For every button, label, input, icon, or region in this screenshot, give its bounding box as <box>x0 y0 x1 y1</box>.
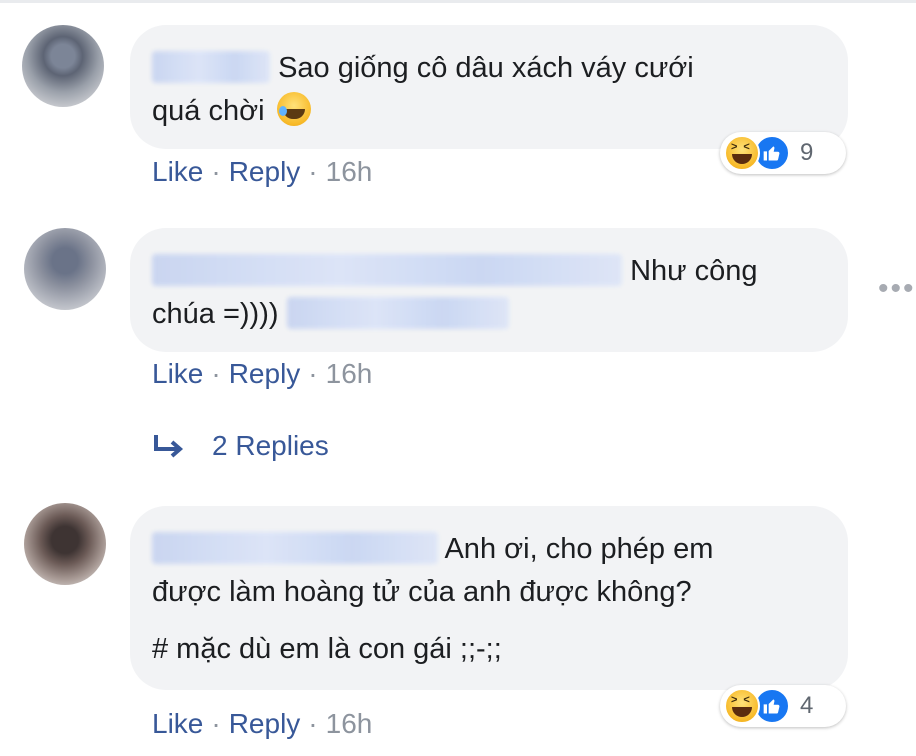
timestamp[interactable]: 16h <box>326 156 373 187</box>
reply-arrow-icon <box>154 435 184 458</box>
comment-text: được làm hoàng tử của anh được không? <box>152 576 692 608</box>
reaction-count: 9 <box>800 139 814 166</box>
comment-text: chúa =)))) <box>152 298 279 330</box>
avatar[interactable] <box>24 228 106 310</box>
reply-link[interactable]: Reply <box>229 358 301 389</box>
like-link[interactable]: Like <box>152 156 203 187</box>
comment-text: Anh ơi, cho phép em <box>444 533 714 565</box>
reaction-summary[interactable]: 9 <box>720 132 846 174</box>
comment-bubble: Sao giống cô dâu xách váy cưới quá chời <box>130 25 848 149</box>
commenter-name-blurred[interactable] <box>152 254 622 286</box>
comment-actions: Like · Reply · 16h <box>152 156 372 188</box>
reply-link[interactable]: Reply <box>229 708 301 739</box>
separator: · <box>211 708 221 739</box>
comment-text: Như công <box>630 255 758 287</box>
more-options-icon[interactable]: ••• <box>878 274 916 304</box>
comment-text: Sao giống cô dâu xách váy cưới <box>278 52 694 84</box>
replies-count[interactable]: 2 Replies <box>212 430 329 462</box>
separator: · <box>211 156 221 187</box>
like-link[interactable]: Like <box>152 708 203 739</box>
separator: · <box>211 358 221 389</box>
haha-icon <box>724 688 760 724</box>
separator: · <box>308 156 318 187</box>
avatar[interactable] <box>24 503 106 585</box>
tagged-name-blurred[interactable] <box>286 297 509 329</box>
separator: · <box>308 358 318 389</box>
commenter-name-blurred[interactable] <box>152 532 438 564</box>
timestamp[interactable]: 16h <box>326 708 373 739</box>
reply-link[interactable]: Reply <box>229 156 301 187</box>
like-link[interactable]: Like <box>152 358 203 389</box>
comment-text: # mặc dù em là con gái ;;-;; <box>152 633 502 665</box>
comment-actions: Like · Reply · 16h <box>152 708 372 740</box>
comment-actions: Like · Reply · 16h <box>152 358 372 390</box>
reaction-count: 4 <box>800 692 814 719</box>
laughing-emoji-icon <box>276 92 311 126</box>
timestamp[interactable]: 16h <box>326 358 373 389</box>
haha-icon <box>724 135 760 171</box>
view-replies-link[interactable]: 2 Replies <box>152 430 329 462</box>
reaction-summary[interactable]: 4 <box>720 685 846 727</box>
avatar[interactable] <box>22 25 104 107</box>
top-divider <box>0 0 916 3</box>
comment-bubble: Như công chúa =)))) <box>130 228 848 352</box>
comment-text: quá chời <box>152 95 265 127</box>
comment-bubble: Anh ơi, cho phép em được làm hoàng tử củ… <box>130 506 848 690</box>
commenter-name-blurred[interactable] <box>152 51 270 83</box>
separator: · <box>308 708 318 739</box>
